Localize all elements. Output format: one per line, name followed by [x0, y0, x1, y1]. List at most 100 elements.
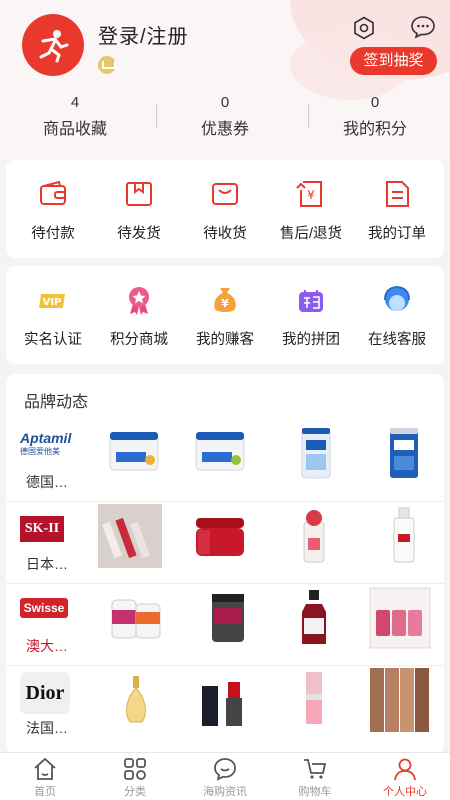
stat-label: 我的积分 — [342, 121, 407, 138]
aptamil-logo-text: Aptamil — [20, 430, 72, 446]
tab-label: 海购资讯 — [203, 786, 247, 798]
stat-value: 0 — [370, 94, 380, 111]
supplement-bottle-image[interactable] — [104, 586, 168, 650]
formula-can-image[interactable] — [284, 422, 348, 486]
stat-points[interactable]: 0 我的积分 — [300, 94, 450, 146]
person-icon — [394, 758, 416, 781]
brand-row[interactable]: Dior 法国… — [6, 666, 444, 748]
order-label: 待发货 — [117, 226, 161, 242]
tab-home[interactable]: 首页 — [0, 753, 90, 800]
formula-tin-image[interactable] — [188, 422, 252, 486]
service-label: 在线客服 — [368, 332, 426, 348]
supplement-bottle-image[interactable] — [196, 586, 260, 650]
skii-logo-text: SK-II — [20, 516, 64, 542]
order-after-sales[interactable]: ¥ 售后/退货 — [268, 178, 354, 243]
wallet-icon — [40, 180, 66, 205]
brand-name: 法国… — [26, 720, 68, 736]
service-group-buy[interactable]: 我的拼团 — [268, 284, 354, 349]
essence-bottle-image[interactable] — [282, 504, 346, 568]
service-points-mall[interactable]: 积分商城 — [96, 284, 182, 349]
order-pending-payment[interactable]: 待付款 — [10, 178, 96, 243]
stats-bar: 4 商品收藏 0 优惠券 0 我的积分 — [0, 94, 450, 146]
formula-can-image[interactable] — [372, 422, 436, 486]
dior-logo: Dior — [20, 670, 78, 714]
foundation-set-image[interactable] — [368, 668, 432, 732]
swisse-logo: Swisse — [20, 588, 78, 630]
message-icon[interactable] — [410, 15, 436, 39]
tab-label: 个人中心 — [383, 786, 427, 798]
chat-icon — [214, 758, 236, 781]
brand-name: 日本… — [26, 556, 68, 572]
tab-category[interactable]: 分类 — [90, 753, 180, 800]
refund-icon: ¥ — [296, 181, 322, 207]
avatar[interactable] — [22, 14, 84, 76]
tab-profile[interactable]: 个人中心 — [360, 753, 450, 800]
order-list-icon — [386, 181, 409, 207]
dior-logo-text: Dior — [20, 672, 70, 714]
service-online-support[interactable]: 在线客服 — [354, 284, 440, 349]
order-label: 我的订单 — [368, 226, 426, 242]
brand-row[interactable]: SK-II 日本… — [6, 502, 444, 584]
lip-gloss-image[interactable] — [282, 668, 346, 732]
aptamil-logo-subtext: 德国爱他美 — [20, 447, 60, 456]
services-card: VIP 实名认证 积分商城 ¥ 我的赚客 我的拼团 在线客服 — [6, 266, 444, 364]
service-label: 积分商城 — [110, 332, 168, 348]
perfume-bottle-image[interactable] — [104, 668, 168, 732]
stat-label: 商品收藏 — [42, 121, 107, 138]
brand-news-card: 品牌动态 Aptamil 德国爱他美 德国… SK-II 日本… Swisse … — [6, 374, 444, 754]
svg-text:¥: ¥ — [307, 188, 315, 202]
divider — [308, 104, 309, 128]
order-label: 售后/退货 — [279, 226, 343, 242]
orders-card: 待付款 待发货 待收货 ¥ 售后/退货 我的订单 — [6, 160, 444, 258]
swisse-logo-text: Swisse — [20, 598, 68, 618]
settings-icon[interactable] — [352, 16, 376, 40]
skincare-set-image[interactable] — [98, 504, 162, 568]
medal-icon — [129, 287, 149, 315]
service-my-earner[interactable]: ¥ 我的赚客 — [182, 284, 268, 349]
tab-cart[interactable]: 购物车 — [270, 753, 360, 800]
signin-lottery-button[interactable]: 签到抽奖 — [350, 47, 437, 75]
stat-value: 4 — [70, 94, 80, 111]
brand-row[interactable]: Aptamil 德国爱他美 德国… — [6, 420, 444, 502]
stat-favorites[interactable]: 4 商品收藏 — [0, 94, 150, 146]
runner-logo-icon — [39, 30, 69, 63]
order-pending-receipt[interactable]: 待收货 — [182, 178, 268, 243]
svg-text:VIP: VIP — [43, 297, 62, 308]
bottom-tab-bar: 首页 分类 海购资讯 购物车 个人中心 — [0, 752, 450, 800]
tab-label: 购物车 — [298, 786, 332, 798]
stat-coupons[interactable]: 0 优惠券 — [150, 94, 300, 146]
brand-name: 德国… — [26, 474, 68, 490]
skii-logo: SK-II — [20, 506, 78, 548]
cart-icon — [304, 759, 327, 779]
order-pending-shipment[interactable]: 待发货 — [96, 178, 182, 243]
order-label: 待收货 — [203, 226, 247, 242]
service-label: 我的赚客 — [196, 332, 254, 348]
service-real-name-auth[interactable]: VIP 实名认证 — [10, 284, 96, 349]
category-icon — [124, 758, 146, 780]
service-label: 我的拼团 — [282, 332, 340, 348]
customer-service-icon — [384, 285, 410, 311]
lipstick-image[interactable] — [192, 668, 256, 732]
group-buy-icon — [299, 290, 323, 312]
login-register-link[interactable]: 登录/注册 — [98, 20, 189, 49]
divider — [156, 104, 157, 128]
formula-tin-image[interactable] — [102, 422, 166, 486]
order-label: 待付款 — [31, 226, 75, 242]
serum-bottle-image[interactable] — [372, 504, 436, 568]
section-title: 品牌动态 — [24, 394, 89, 411]
stat-label: 优惠券 — [200, 121, 249, 138]
brand-name: 澳大… — [26, 638, 68, 654]
service-label: 实名认证 — [24, 332, 82, 348]
tab-label: 分类 — [124, 786, 146, 798]
product-flyer-image[interactable] — [368, 586, 432, 650]
money-bag-icon: ¥ — [214, 288, 236, 312]
svg-text:¥: ¥ — [221, 297, 229, 310]
liquid-bottle-image[interactable] — [282, 586, 346, 650]
tab-label: 首页 — [34, 786, 56, 798]
home-icon — [34, 757, 56, 780]
cream-jar-image[interactable] — [188, 504, 252, 568]
tab-news[interactable]: 海购资讯 — [180, 753, 270, 800]
order-all[interactable]: 我的订单 — [354, 178, 440, 243]
package-icon — [126, 182, 152, 206]
brand-row[interactable]: Swisse 澳大… — [6, 584, 444, 666]
